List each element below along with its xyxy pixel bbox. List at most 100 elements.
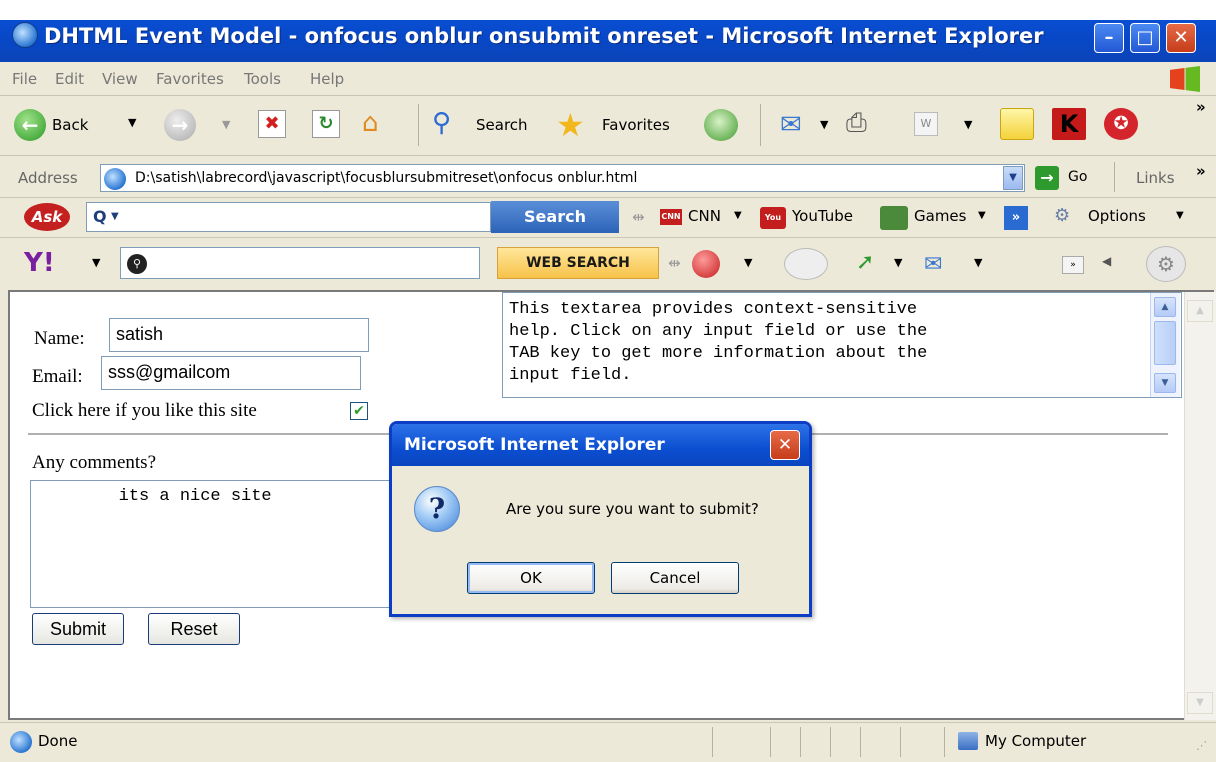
mail-dropdown-icon[interactable]: ▼ (820, 118, 828, 131)
reset-button[interactable]: Reset (148, 613, 240, 645)
address-dropdown-icon[interactable]: ▼ (1003, 166, 1023, 190)
resize-grip-icon[interactable]: ⋰ (1196, 739, 1207, 752)
help-line: input field. (509, 366, 632, 385)
forward-arrow-icon[interactable]: → (164, 109, 196, 141)
cancel-button[interactable]: Cancel (611, 562, 739, 594)
status-separator (830, 727, 831, 757)
yahoo-search-input[interactable]: ⚲ (120, 247, 480, 279)
window-title: DHTML Event Model - onfocus onblur onsub… (44, 24, 1044, 48)
addon-icon[interactable]: ✪ (1104, 108, 1138, 140)
name-input[interactable]: satish (109, 318, 369, 352)
toolbar-chevron-icon[interactable]: » (1196, 98, 1206, 116)
comments-label: Any comments? (32, 452, 157, 473)
ask-search-dropdown-icon[interactable]: ▼ (111, 211, 119, 222)
address-bar: Address D:\satish\labrecord\javascript\f… (0, 158, 1216, 198)
kaspersky-icon[interactable]: K (1052, 108, 1086, 140)
refresh-icon[interactable]: ↻ (312, 110, 340, 138)
like-site-checkbox[interactable]: ✔ (350, 402, 368, 420)
favorites-star-icon[interactable]: ★ (556, 106, 594, 144)
settings-gear-icon[interactable]: ⚙ (1146, 246, 1186, 282)
home-icon[interactable]: ⌂ (362, 108, 394, 138)
yahoo-more-icon[interactable]: » (1062, 256, 1084, 274)
search-icon[interactable]: ⚲ (432, 108, 468, 140)
help-line: TAB key to get more information about th… (509, 344, 928, 363)
toolbar-separator (760, 104, 761, 146)
ask-logo[interactable]: Ask (24, 203, 70, 231)
menu-tools[interactable]: Tools (244, 70, 281, 88)
minimize-button[interactable]: – (1094, 23, 1124, 53)
stop-icon[interactable]: ✖ (258, 110, 286, 138)
antispy-icon[interactable] (692, 250, 720, 278)
status-separator (800, 727, 801, 757)
question-icon: ? (414, 486, 460, 532)
back-button[interactable]: Back (52, 116, 88, 134)
maximize-button[interactable]: □ (1130, 23, 1160, 53)
menu-edit[interactable]: Edit (55, 70, 84, 88)
menu-file[interactable]: File (12, 70, 37, 88)
ask-search-button[interactable]: Search (491, 201, 619, 233)
help-scroll-up-icon[interactable]: ▲ (1154, 297, 1176, 317)
page-scrollbar[interactable]: ▲ ▼ (1184, 292, 1216, 720)
title-bar[interactable]: DHTML Event Model - onfocus onblur onsub… (0, 0, 1216, 62)
ask-search-input[interactable]: Q ▼ (86, 202, 491, 232)
close-button[interactable]: ✕ (1166, 23, 1196, 53)
edit-dropdown-icon[interactable]: ▼ (964, 118, 972, 131)
dialog-title-bar[interactable]: Microsoft Internet Explorer ✕ (392, 424, 809, 466)
email-input[interactable]: sss@gmailcom (101, 356, 361, 390)
ok-button[interactable]: OK (467, 562, 595, 594)
toolbar-separator (418, 104, 419, 146)
options-dropdown-icon[interactable]: ▼ (1176, 210, 1184, 221)
menu-favorites[interactable]: Favorites (156, 70, 224, 88)
back-dropdown-icon[interactable]: ▼ (128, 116, 136, 129)
submit-button[interactable]: Submit (32, 613, 124, 645)
go-button[interactable]: Go (1068, 169, 1087, 185)
pointer-dropdown-icon[interactable]: ▼ (894, 256, 902, 269)
mail-icon[interactable]: ✉ (780, 110, 814, 140)
menu-view[interactable]: View (102, 70, 138, 88)
comments-textarea[interactable]: its a nice site (30, 480, 400, 608)
help-scroll-thumb[interactable] (1154, 321, 1176, 365)
forward-dropdown-icon[interactable]: ▼ (222, 118, 230, 131)
help-scrollbar[interactable]: ▲ ▼ (1150, 293, 1180, 397)
back-arrow-icon[interactable]: ← (14, 109, 46, 141)
help-scroll-down-icon[interactable]: ▼ (1154, 373, 1176, 393)
yahoo-logo[interactable]: Y! (24, 248, 82, 280)
history-icon[interactable] (704, 109, 738, 141)
security-zone-label: My Computer (985, 732, 1087, 750)
windows-logo-icon (1170, 66, 1200, 92)
yahoo-web-search-button[interactable]: WEB SEARCH (497, 247, 659, 279)
yahoo-left-arrow-icon[interactable]: ◀ (1102, 254, 1111, 268)
yahoo-dropdown-icon[interactable]: ▼ (92, 256, 100, 269)
address-input[interactable]: D:\satish\labrecord\javascript\focusblur… (100, 164, 1025, 192)
yahoo-mail-dropdown-icon[interactable]: ▼ (974, 256, 982, 269)
games-link[interactable]: Games (914, 207, 966, 225)
links-chevron-icon[interactable]: » (1196, 162, 1206, 180)
favorites-button[interactable]: Favorites (602, 116, 670, 134)
messenger-note-icon[interactable] (1000, 108, 1034, 140)
page-scroll-up-icon[interactable]: ▲ (1187, 300, 1213, 322)
edit-word-icon[interactable]: W (914, 112, 938, 136)
bookmarks-icon[interactable] (784, 248, 828, 280)
pointer-icon[interactable]: ➚ (856, 250, 886, 278)
games-icon (880, 206, 908, 230)
dialog-title: Microsoft Internet Explorer (404, 435, 665, 455)
games-dropdown-icon[interactable]: ▼ (978, 210, 986, 221)
go-arrow-icon[interactable]: → (1035, 166, 1059, 190)
links-label[interactable]: Links (1136, 169, 1175, 187)
yahoo-toolbar: Y! ▼ ⚲ WEB SEARCH ⇹ ▼ ➚ ▼ ✉ ▼ » ◀ ⚙ (0, 238, 1216, 290)
page-scroll-down-icon[interactable]: ▼ (1187, 692, 1213, 714)
yahoo-mail-icon[interactable]: ✉ (924, 252, 962, 278)
cnn-dropdown-icon[interactable]: ▼ (734, 210, 742, 221)
antispy-dropdown-icon[interactable]: ▼ (744, 256, 752, 269)
youtube-link[interactable]: YouTube (792, 207, 853, 225)
help-textarea[interactable]: This textarea provides context-sensitive… (502, 292, 1182, 398)
options-button[interactable]: Options (1088, 207, 1146, 225)
search-button[interactable]: Search (476, 116, 528, 134)
ask-more-icon[interactable]: » (1004, 206, 1028, 230)
name-label: Name: (34, 328, 85, 349)
menu-help[interactable]: Help (310, 70, 344, 88)
print-icon[interactable]: ⎙ (846, 108, 880, 140)
cnn-link[interactable]: CNN (688, 207, 721, 225)
dialog-close-button[interactable]: ✕ (770, 430, 800, 460)
help-line: This textarea provides context-sensitive (509, 300, 918, 319)
